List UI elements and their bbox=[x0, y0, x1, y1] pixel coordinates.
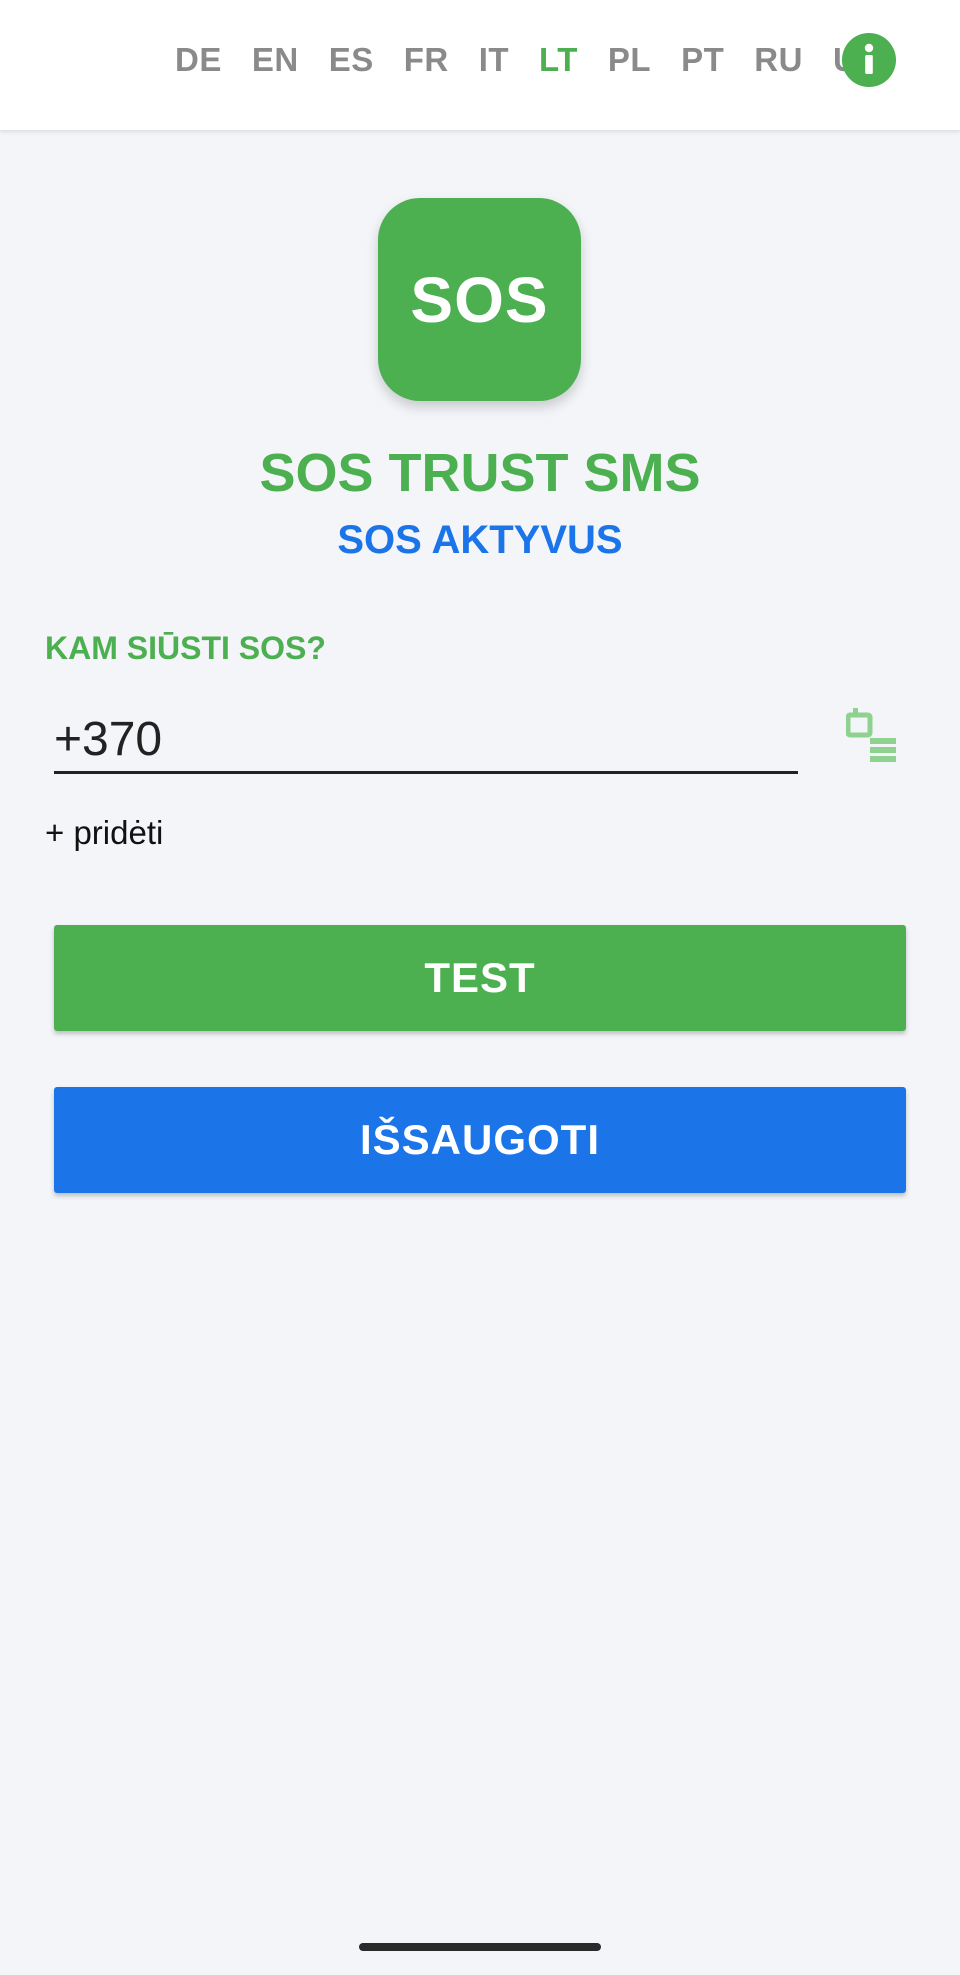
language-selector: DE EN ES FR IT LT PL PT RU UK bbox=[175, 36, 912, 84]
lang-en[interactable]: EN bbox=[252, 41, 299, 79]
test-button[interactable]: TEST bbox=[54, 925, 906, 1031]
phone-number-input[interactable] bbox=[54, 700, 798, 774]
lang-lt[interactable]: LT bbox=[539, 41, 578, 79]
app-title: SOS TRUST SMS bbox=[259, 443, 701, 503]
logo-text: SOS bbox=[410, 263, 549, 336]
home-indicator[interactable] bbox=[359, 1943, 601, 1951]
lang-it[interactable]: IT bbox=[479, 41, 509, 79]
sos-status: SOS AKTYVUS bbox=[337, 518, 623, 562]
top-bar: DE EN ES FR IT LT PL PT RU UK bbox=[0, 0, 960, 130]
lang-pt[interactable]: PT bbox=[681, 41, 724, 79]
lang-pl[interactable]: PL bbox=[608, 41, 651, 79]
save-button[interactable]: IŠSAUGOTI bbox=[54, 1087, 906, 1193]
lang-fr[interactable]: FR bbox=[404, 41, 449, 79]
add-contact-link[interactable]: + pridėti bbox=[45, 814, 163, 852]
app-screen: DE EN ES FR IT LT PL PT RU UK SOS SOS TR… bbox=[0, 0, 960, 1975]
app-logo: SOS bbox=[378, 198, 581, 401]
lang-es[interactable]: ES bbox=[329, 41, 374, 79]
lang-ru[interactable]: RU bbox=[754, 41, 803, 79]
send-to-label: KAM SIŪSTI SOS? bbox=[45, 630, 326, 666]
info-icon bbox=[864, 43, 874, 74]
contacts-list-icon[interactable] bbox=[845, 706, 898, 766]
info-button[interactable] bbox=[842, 33, 896, 87]
lang-de[interactable]: DE bbox=[175, 41, 222, 79]
